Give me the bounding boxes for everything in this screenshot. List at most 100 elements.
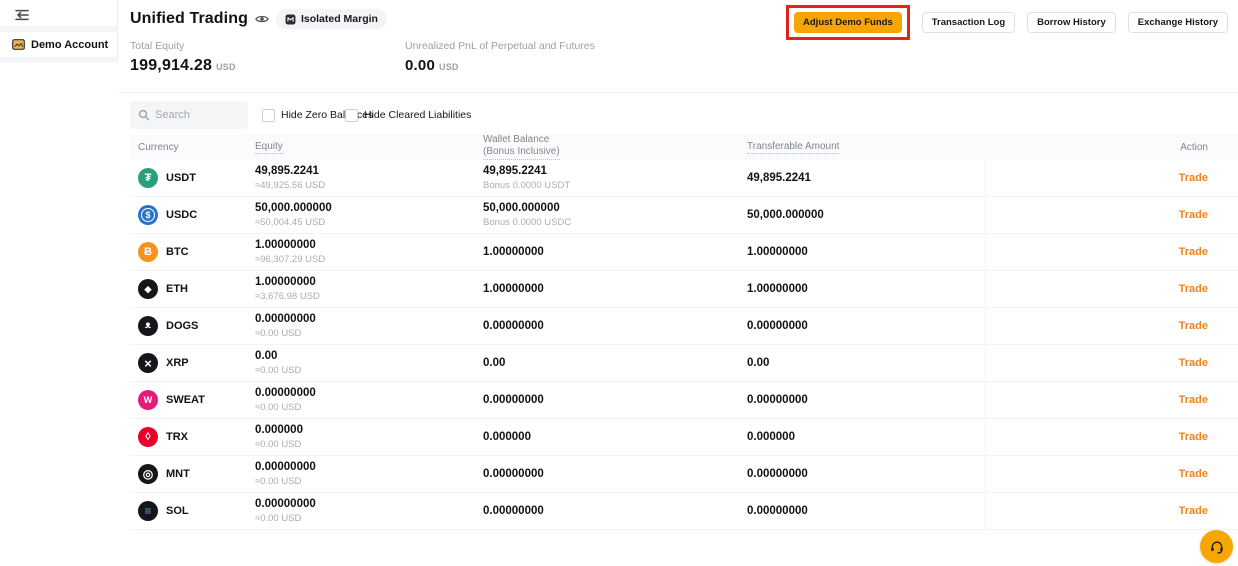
transferable-cell: 50,000.000000 — [747, 197, 824, 233]
transferable-value: 0.000000 — [747, 431, 795, 443]
trade-link[interactable]: Trade — [1179, 357, 1208, 369]
trade-link[interactable]: Trade — [1179, 246, 1208, 258]
equity-cell: 49,895.2241 ≈49,925.56 USD — [255, 160, 325, 196]
equity-value: 50,000.000000 — [255, 202, 332, 214]
search-input[interactable] — [155, 109, 235, 121]
sidebar-collapse-icon[interactable] — [13, 7, 31, 23]
margin-mode-badge: Isolated Margin — [275, 9, 387, 29]
currency-name: ETH — [166, 283, 188, 295]
action-cell: Trade — [1179, 345, 1208, 381]
isolated-margin-icon — [285, 14, 296, 25]
col-transferable: Transferable Amount — [747, 140, 840, 154]
trade-link[interactable]: Trade — [1179, 283, 1208, 295]
support-fab-button[interactable] — [1200, 530, 1233, 563]
wallet-bonus-value: Bonus 0.0000 USDT — [483, 180, 571, 191]
table-row: ₮ USDT 49,895.2241 ≈49,925.56 USD 49,895… — [130, 160, 1238, 197]
adjust-demo-funds-button[interactable]: Adjust Demo Funds — [794, 11, 902, 33]
equity-usd-value: ≈49,925.56 USD — [255, 180, 326, 191]
equity-cell: 0.00000000 ≈0.00 USD — [255, 456, 316, 492]
currency-name: BTC — [166, 246, 189, 258]
transferable-value: 0.00000000 — [747, 320, 808, 332]
wallet-balance-cell: 50,000.000000 Bonus 0.0000 USDC — [483, 197, 571, 233]
col-wallet-balance: Wallet Balance (Bonus Inclusive) — [483, 134, 560, 160]
trade-link[interactable]: Trade — [1179, 505, 1208, 517]
sidebar-item-label: Demo Account — [31, 38, 109, 51]
equity-cell: 0.000000 ≈0.00 USD — [255, 419, 303, 455]
eye-icon[interactable] — [255, 13, 269, 25]
trade-link[interactable]: Trade — [1179, 209, 1208, 221]
transferable-value: 0.00000000 — [747, 468, 808, 480]
equity-cell: 0.00000000 ≈0.00 USD — [255, 308, 316, 344]
table-row: W SWEAT 0.00000000 ≈0.00 USD 0.00000000 … — [130, 382, 1238, 419]
currency-cell: ᴥ DOGS — [138, 308, 198, 344]
currency-cell: ≡ SOL — [138, 493, 189, 529]
sidebar-item-demo-account[interactable]: Demo Account — [0, 32, 117, 57]
table-row: $ USDC 50,000.000000 ≈50,004.45 USD 50,0… — [130, 197, 1238, 234]
hide-cleared-liabilities-checkbox[interactable]: Hide Cleared Liabilities — [345, 101, 471, 129]
wallet-balance-cell: 1.00000000 — [483, 271, 544, 307]
unrealized-pnl-label: Unrealized PnL of Perpetual and Futures — [405, 40, 595, 52]
checkbox-icon[interactable] — [345, 108, 358, 122]
action-cell: Trade — [1179, 160, 1208, 196]
transferable-cell: 1.00000000 — [747, 234, 808, 270]
transferable-value: 0.00000000 — [747, 394, 808, 406]
equity-usd-value: ≈0.00 USD — [255, 365, 302, 376]
coin-icon: ◊ — [138, 427, 158, 447]
equity-usd-value: ≈0.00 USD — [255, 513, 302, 524]
total-equity-value: 199,914.28 USD — [130, 57, 236, 74]
equity-usd-value: ≈3,676.98 USD — [255, 291, 320, 302]
section-divider — [118, 92, 1238, 93]
unrealized-pnl-unit: USD — [439, 62, 459, 72]
trade-link[interactable]: Trade — [1179, 431, 1208, 443]
trade-link[interactable]: Trade — [1179, 468, 1208, 480]
equity-value: 1.00000000 — [255, 239, 316, 251]
borrow-history-button[interactable]: Borrow History — [1027, 11, 1116, 33]
action-cell: Trade — [1179, 493, 1208, 529]
coin-icon: ≡ — [138, 501, 158, 521]
col-currency: Currency — [138, 141, 179, 153]
table-row: ᴥ DOGS 0.00000000 ≈0.00 USD 0.00000000 0… — [130, 308, 1238, 345]
equity-value: 0.00000000 — [255, 313, 316, 325]
table-row: ◎ MNT 0.00000000 ≈0.00 USD 0.00000000 0.… — [130, 456, 1238, 493]
wallet-balance-value: 0.00000000 — [483, 394, 544, 406]
currency-name: MNT — [166, 468, 190, 480]
transaction-log-button[interactable]: Transaction Log — [921, 11, 1016, 33]
transferable-cell: 0.00 — [747, 345, 769, 381]
action-cell: Trade — [1179, 456, 1208, 492]
trade-link[interactable]: Trade — [1179, 394, 1208, 406]
action-cell: Trade — [1179, 419, 1208, 455]
exchange-history-button[interactable]: Exchange History — [1127, 11, 1228, 33]
demo-account-icon — [12, 39, 25, 50]
equity-usd-value: ≈0.00 USD — [255, 476, 302, 487]
trade-link[interactable]: Trade — [1179, 172, 1208, 184]
total-equity-unit: USD — [216, 62, 236, 72]
wallet-balance-value: 49,895.2241 — [483, 165, 547, 177]
coin-icon: Ƀ — [138, 242, 158, 262]
equity-usd-value: ≈0.00 USD — [255, 402, 302, 413]
coin-icon: W — [138, 390, 158, 410]
equity-cell: 1.00000000 ≈3,676.98 USD — [255, 271, 320, 307]
action-cell: Trade — [1179, 271, 1208, 307]
equity-value: 1.00000000 — [255, 276, 316, 288]
wallet-balance-cell: 49,895.2241 Bonus 0.0000 USDT — [483, 160, 570, 196]
transferable-value: 49,895.2241 — [747, 172, 811, 184]
currency-name: USDT — [166, 172, 196, 184]
equity-cell: 0.00000000 ≈0.00 USD — [255, 382, 316, 418]
coin-icon: ₮ — [138, 168, 158, 188]
wallet-bonus-value: Bonus 0.0000 USDC — [483, 217, 572, 228]
table-header: Currency Equity Wallet Balance (Bonus In… — [130, 134, 1238, 160]
equity-value: 0.00000000 — [255, 387, 316, 399]
currency-name: TRX — [166, 431, 188, 443]
transferable-value: 1.00000000 — [747, 246, 808, 258]
checkbox-icon[interactable] — [262, 108, 275, 122]
checkbox-label: Hide Cleared Liabilities — [364, 109, 472, 121]
header: Unified Trading Isolated Margin — [130, 9, 387, 29]
wallet-balance-value: 0.00 — [483, 357, 506, 369]
coin-icon: $ — [138, 205, 158, 225]
coin-icon: ◎ — [138, 464, 158, 484]
coin-icon: ᴥ — [138, 316, 158, 336]
trade-link[interactable]: Trade — [1179, 320, 1208, 332]
action-cell: Trade — [1179, 382, 1208, 418]
wallet-balance-value: 0.00000000 — [483, 505, 544, 517]
wallet-balance-cell: 0.00 — [483, 345, 505, 381]
